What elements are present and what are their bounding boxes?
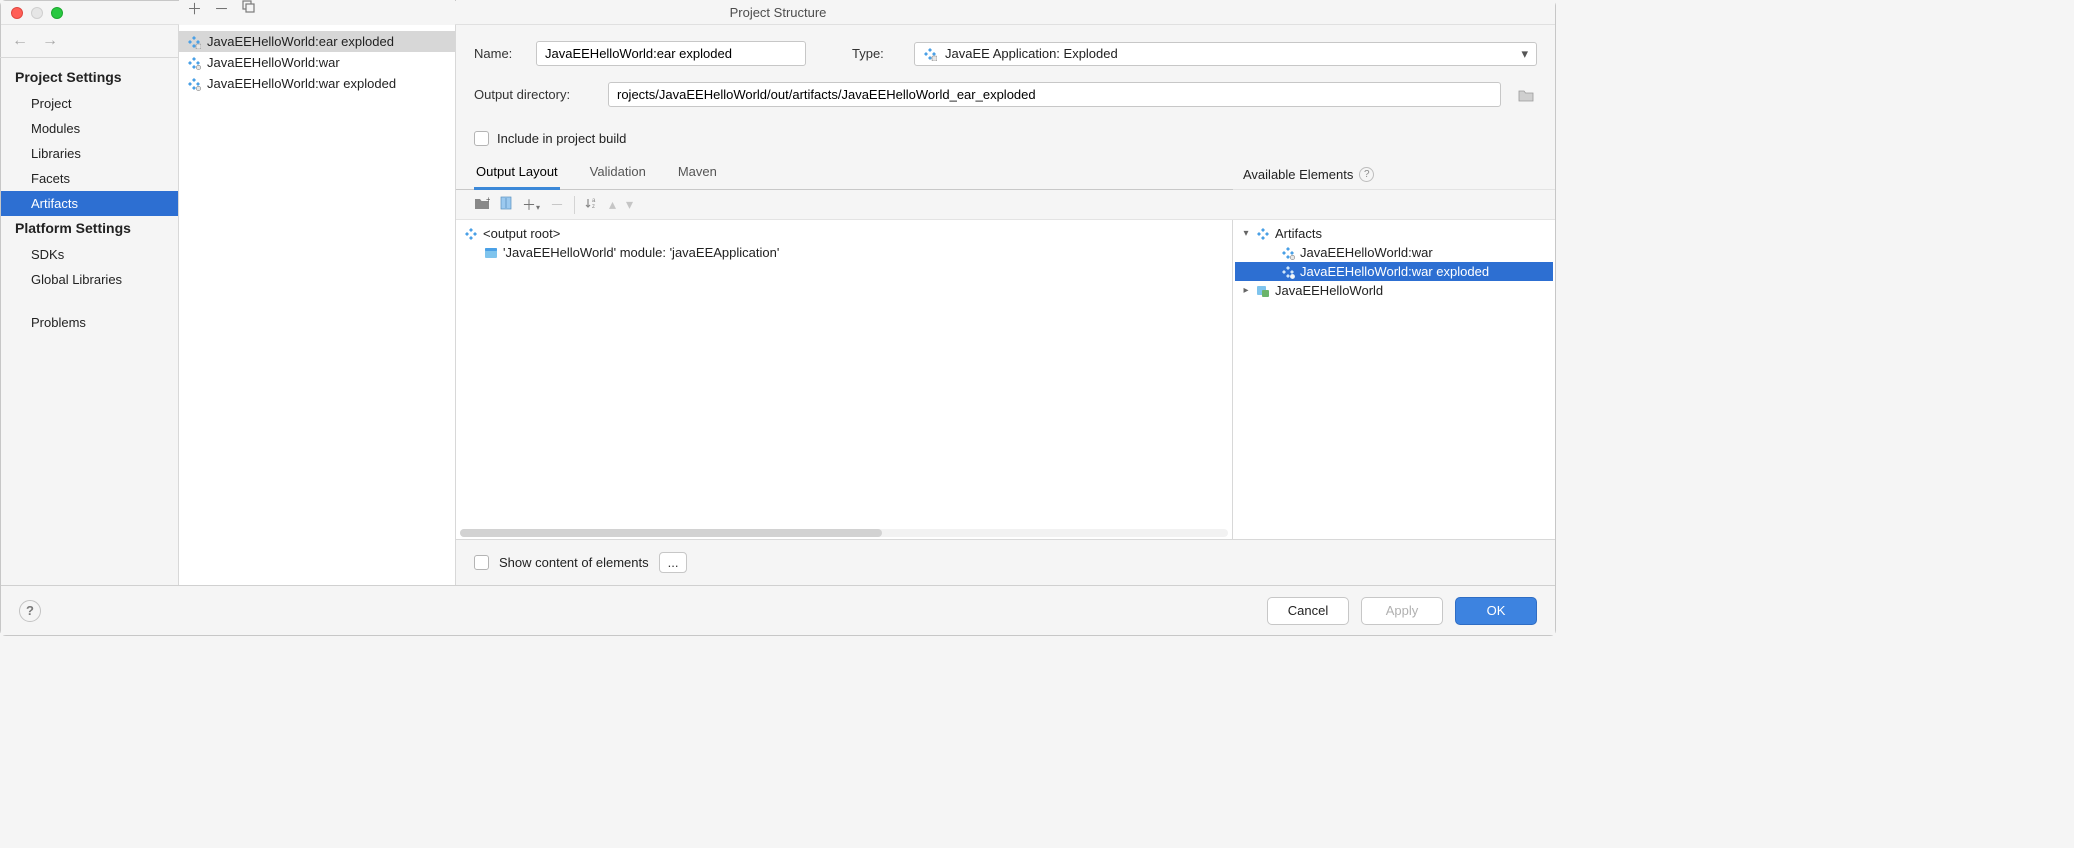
output-directory-input[interactable]	[608, 82, 1501, 107]
module-icon	[484, 246, 498, 260]
output-root-node[interactable]: <output root>	[458, 224, 1230, 243]
tree-node-label: JavaEEHelloWorld	[1275, 283, 1383, 298]
output-module-node[interactable]: 'JavaEEHelloWorld' module: 'javaEEApplic…	[458, 243, 1230, 262]
bottom-bar: ? Cancel Apply OK	[1, 585, 1555, 635]
sidebar-item-project[interactable]: Project	[1, 91, 178, 116]
module-icon	[1256, 284, 1270, 298]
sidebar-item-sdks[interactable]: SDKs	[1, 242, 178, 267]
sidebar-item-global-libraries[interactable]: Global Libraries	[1, 267, 178, 292]
forward-arrow-icon[interactable]: →	[42, 32, 58, 50]
sidebar-section-project-settings: Project Settings	[1, 65, 178, 91]
help-button[interactable]: ?	[19, 600, 41, 622]
show-content-more-button[interactable]: ...	[659, 552, 688, 573]
available-war-node[interactable]: JavaEEHelloWorld:war	[1235, 243, 1553, 262]
tab-maven[interactable]: Maven	[676, 158, 719, 189]
scrollbar-thumb[interactable]	[460, 529, 882, 537]
window-close-icon[interactable]	[11, 7, 23, 19]
sidebar-item-libraries[interactable]: Libraries	[1, 141, 178, 166]
apply-button[interactable]: Apply	[1361, 597, 1443, 625]
artifact-icon	[187, 77, 201, 91]
traffic-lights	[11, 7, 63, 19]
toolbar-separator	[574, 196, 575, 214]
available-war-exploded-node[interactable]: JavaEEHelloWorld:war exploded	[1235, 262, 1553, 281]
main-panel: Name: Type: JavaEE Application: Exploded…	[456, 25, 1555, 585]
add-copy-icon[interactable]: ＋▾	[522, 195, 540, 215]
new-archive-icon[interactable]	[500, 196, 512, 213]
artifact-list: ＋ － JavaEEHelloWorld:ear exploded JavaEE…	[179, 25, 456, 585]
chevron-right-icon: ▸	[1241, 285, 1251, 296]
sidebar-section-platform-settings: Platform Settings	[1, 216, 178, 242]
output-layout-toolbar: + ＋▾ － az ▴ ▾ Available Elements ?	[456, 190, 1555, 220]
chevron-down-icon: ▾	[1241, 228, 1251, 239]
artifact-icon	[187, 56, 201, 70]
show-content-checkbox[interactable]	[474, 555, 489, 570]
output-tree: <output root> 'JavaEEHelloWorld' module:…	[456, 220, 1233, 539]
horizontal-scrollbar[interactable]	[460, 529, 1228, 537]
remove-artifact-icon[interactable]: －	[214, 0, 229, 19]
sidebar-item-artifacts[interactable]: Artifacts	[1, 191, 178, 216]
back-arrow-icon[interactable]: ←	[12, 32, 28, 50]
artifact-icon	[464, 227, 478, 241]
svg-text:+: +	[486, 196, 490, 204]
artifact-icon	[1256, 227, 1270, 241]
ok-button[interactable]: OK	[1455, 597, 1537, 625]
window-title: Project Structure	[730, 5, 827, 20]
window-minimize-icon	[31, 7, 43, 19]
sidebar-item-modules[interactable]: Modules	[1, 116, 178, 141]
tree-node-label: 'JavaEEHelloWorld' module: 'javaEEApplic…	[503, 245, 779, 260]
show-content-row: Show content of elements ...	[456, 539, 1555, 585]
show-content-label: Show content of elements	[499, 555, 649, 570]
artifact-icon	[923, 47, 937, 61]
tree-node-label: JavaEEHelloWorld:war	[1300, 245, 1433, 260]
artifact-list-toolbar: ＋ －	[179, 0, 455, 25]
artifact-list-label: JavaEEHelloWorld:war	[207, 55, 340, 70]
include-in-build-checkbox[interactable]	[474, 131, 489, 146]
remove-layout-icon[interactable]: －	[550, 195, 564, 215]
artifact-icon	[1281, 265, 1295, 279]
tab-output-layout[interactable]: Output Layout	[474, 158, 560, 190]
type-value: JavaEE Application: Exploded	[945, 46, 1118, 61]
tree-node-label: JavaEEHelloWorld:war exploded	[1300, 264, 1489, 279]
sidebar: ← → Project Settings Project Modules Lib…	[1, 25, 179, 585]
chevron-down-icon: ▾	[1521, 46, 1528, 62]
artifact-list-label: JavaEEHelloWorld:ear exploded	[207, 34, 394, 49]
available-elements-label: Available Elements	[1243, 167, 1353, 182]
artifact-icon	[1281, 246, 1295, 260]
tree-node-label: <output root>	[483, 226, 560, 241]
window-zoom-icon[interactable]	[51, 7, 63, 19]
help-icon[interactable]: ?	[1359, 167, 1374, 182]
move-up-icon[interactable]: ▴	[609, 196, 616, 213]
svg-text:z: z	[592, 204, 595, 210]
browse-folder-icon[interactable]	[1515, 84, 1537, 106]
artifact-icon	[187, 35, 201, 49]
new-folder-icon[interactable]: +	[474, 196, 490, 213]
output-directory-label: Output directory:	[474, 87, 594, 102]
name-label: Name:	[474, 46, 522, 61]
available-elements-tree: ▾ Artifacts JavaEEHelloWorld:war	[1233, 220, 1555, 539]
type-label: Type:	[852, 46, 900, 61]
tree-node-label: Artifacts	[1275, 226, 1322, 241]
artifact-war-exploded[interactable]: JavaEEHelloWorld:war exploded	[179, 73, 455, 94]
available-module-node[interactable]: ▸ JavaEEHelloWorld	[1235, 281, 1553, 300]
add-artifact-icon[interactable]: ＋	[187, 0, 202, 19]
move-down-icon[interactable]: ▾	[626, 196, 633, 213]
artifact-list-label: JavaEEHelloWorld:war exploded	[207, 76, 396, 91]
tab-validation[interactable]: Validation	[588, 158, 648, 189]
sort-icon[interactable]: az	[585, 196, 599, 213]
artifact-war[interactable]: JavaEEHelloWorld:war	[179, 52, 455, 73]
sidebar-item-facets[interactable]: Facets	[1, 166, 178, 191]
include-in-build-label: Include in project build	[497, 131, 626, 146]
cancel-button[interactable]: Cancel	[1267, 597, 1349, 625]
available-elements-header: Available Elements ?	[1233, 160, 1555, 190]
artifact-ear-exploded[interactable]: JavaEEHelloWorld:ear exploded	[179, 31, 455, 52]
artifact-name-input[interactable]	[536, 41, 806, 66]
artifact-type-select[interactable]: JavaEE Application: Exploded ▾	[914, 42, 1537, 66]
copy-artifact-icon[interactable]	[241, 0, 255, 17]
available-artifacts-node[interactable]: ▾ Artifacts	[1235, 224, 1553, 243]
sidebar-item-problems[interactable]: Problems	[1, 310, 178, 335]
